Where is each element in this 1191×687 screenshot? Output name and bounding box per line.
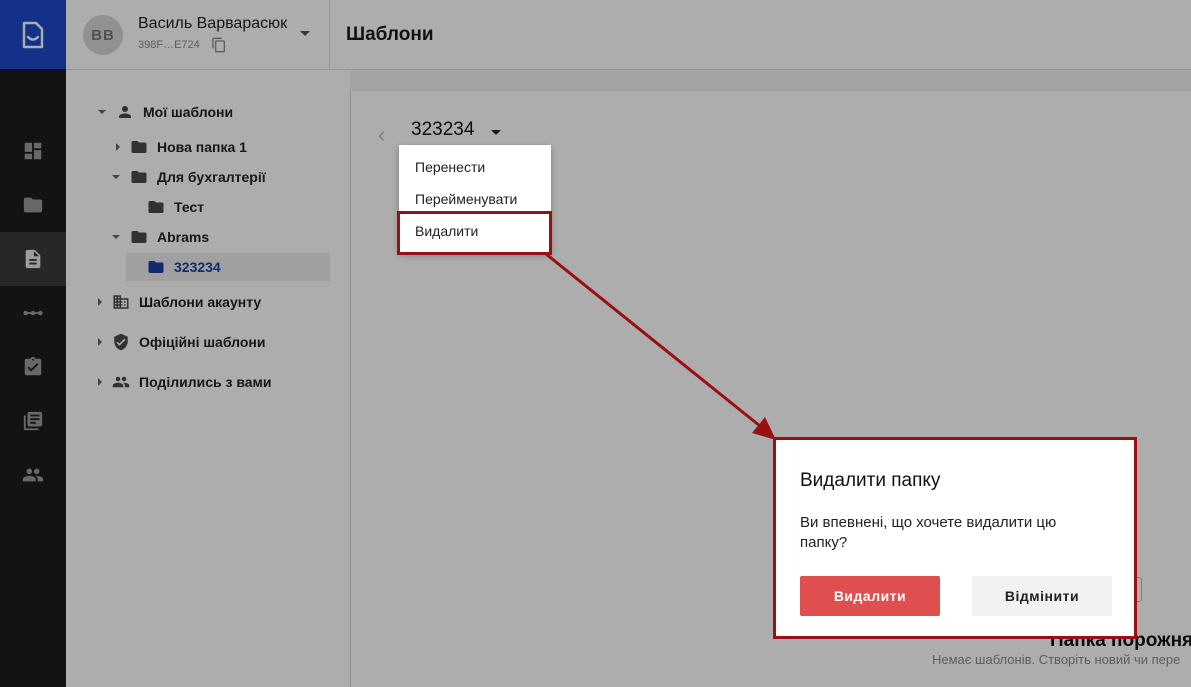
annotation-highlight-box <box>397 211 552 255</box>
annotation-dialog-frame <box>773 437 1137 639</box>
menu-item-move[interactable]: Перенести <box>399 151 551 183</box>
